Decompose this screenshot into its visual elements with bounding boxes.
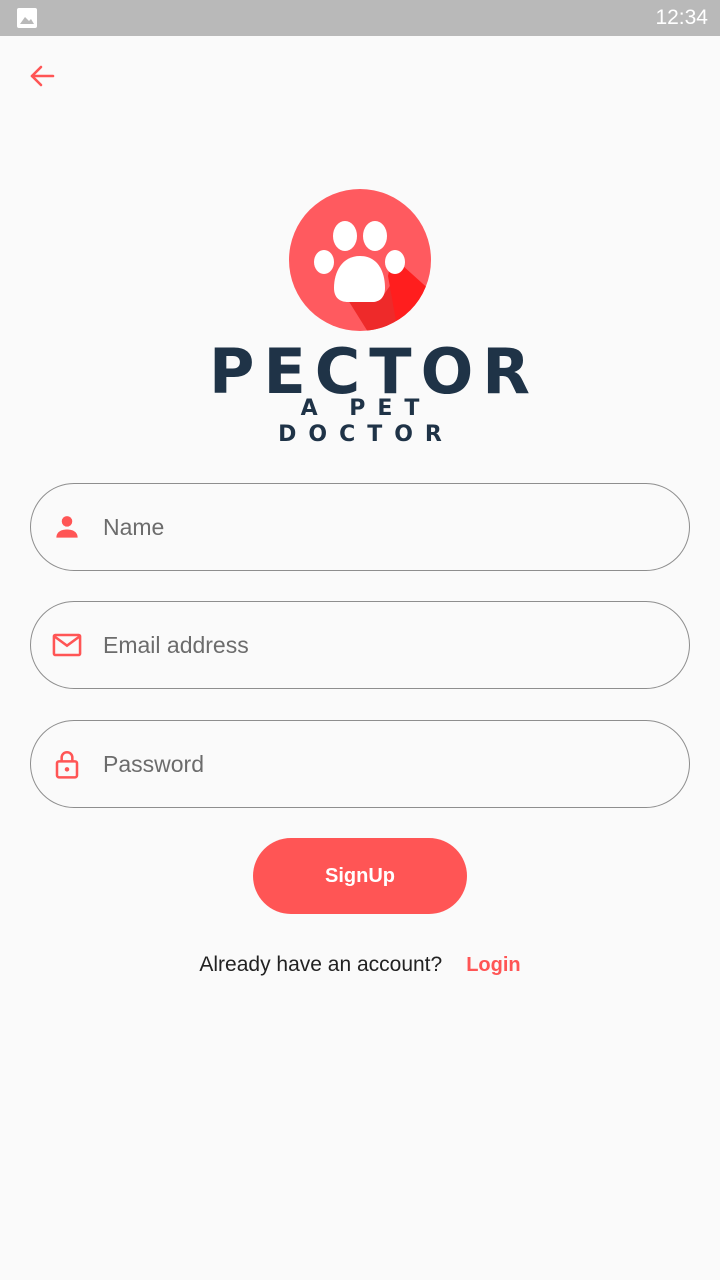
status-time: 12:34 [655, 6, 708, 29]
back-button[interactable] [22, 58, 62, 98]
password-field[interactable] [30, 720, 690, 808]
name-input[interactable] [103, 484, 659, 570]
password-input[interactable] [103, 721, 659, 807]
arrow-back-icon [28, 62, 56, 95]
mail-icon [51, 629, 83, 661]
logo-subtitle: A PET DOCTOR [278, 396, 454, 447]
account-prompt-text: Already have an account? [199, 953, 443, 976]
app-logo: PECTOR A PET DOCTOR [200, 186, 530, 447]
status-bar: 12:34 [0, 0, 720, 36]
person-icon [51, 511, 83, 543]
paw-icon [288, 188, 432, 332]
name-field[interactable] [30, 483, 690, 571]
signup-button[interactable]: SignUp [253, 838, 467, 914]
email-field[interactable] [30, 601, 690, 689]
image-icon [17, 8, 37, 28]
login-link[interactable]: Login [466, 954, 520, 977]
email-input[interactable] [103, 602, 659, 688]
login-prompt: Already have an account? Login [0, 950, 720, 980]
lock-icon [51, 748, 83, 780]
